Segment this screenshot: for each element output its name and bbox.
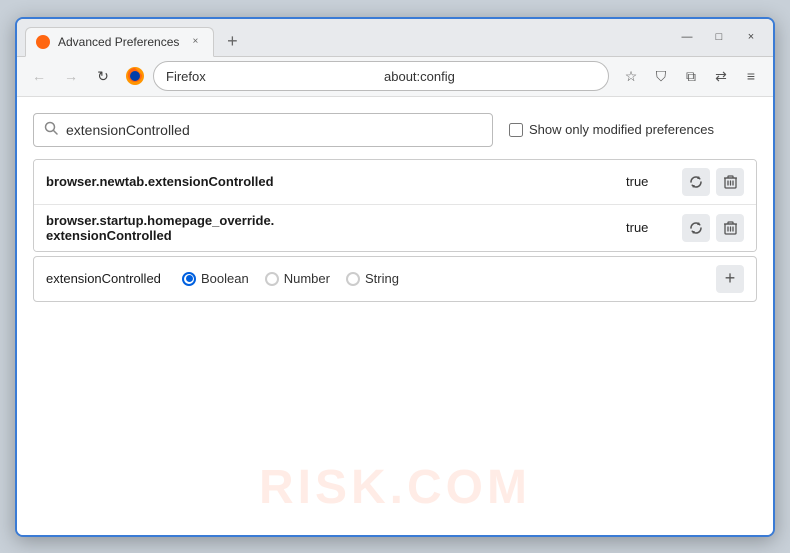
browser-window: Advanced Preferences × + — □ × ← → ↻ Fir… [15,17,775,537]
browser-name: Firefox [166,69,378,84]
tab-favicon [36,35,50,49]
bookmark-icon-button[interactable]: ☆ [617,62,645,90]
preferences-search-box[interactable] [33,113,493,147]
address-bar[interactable]: Firefox about:config [153,61,609,91]
table-row: browser.startup.homepage_override. exten… [34,205,756,251]
pref-actions-1 [682,168,744,196]
content-area: RISK.COM Show only modified preferences [17,97,773,535]
reset-pref-1-button[interactable] [682,168,710,196]
menu-button[interactable]: ≡ [737,62,765,90]
search-icon [44,121,58,138]
firefox-logo-icon [125,66,145,86]
pref-name-2: browser.startup.homepage_override. exten… [46,213,626,243]
delete-pref-1-button[interactable] [716,168,744,196]
tab-label: Advanced Preferences [58,35,179,49]
add-preference-button[interactable]: + [716,265,744,293]
search-input[interactable] [66,122,482,138]
tab-area: Advanced Preferences × + [25,19,665,56]
preferences-table: browser.newtab.extensionControlled true [33,159,757,252]
table-row: browser.newtab.extensionControlled true [34,160,756,205]
reset-icon [689,221,703,235]
active-tab[interactable]: Advanced Preferences × [25,27,214,57]
search-row: Show only modified preferences [33,113,757,147]
pref-value-1: true [626,174,666,189]
type-number-option[interactable]: Number [265,271,330,286]
boolean-radio-circle[interactable] [182,272,196,286]
number-radio-circle[interactable] [265,272,279,286]
show-modified-checkbox[interactable] [509,123,523,137]
type-string-option[interactable]: String [346,271,399,286]
show-modified-label: Show only modified preferences [529,122,714,137]
show-modified-checkbox-label[interactable]: Show only modified preferences [509,122,714,137]
url-display: about:config [384,69,596,84]
new-pref-name: extensionControlled [46,271,166,286]
pref-name-1: browser.newtab.extensionControlled [46,174,626,189]
number-label: Number [284,271,330,286]
delete-icon [724,221,737,235]
string-label: String [365,271,399,286]
new-preference-row: extensionControlled Boolean Number Strin… [33,256,757,302]
watermark: RISK.COM [259,460,531,515]
delete-pref-2-button[interactable] [716,214,744,242]
maximize-button[interactable]: □ [705,27,733,47]
forward-button[interactable]: → [57,62,85,90]
type-boolean-option[interactable]: Boolean [182,271,249,286]
delete-icon [724,175,737,189]
pref-actions-2 [682,214,744,242]
reload-button[interactable]: ↻ [89,62,117,90]
back-button[interactable]: ← [25,62,53,90]
window-controls: — □ × [673,27,765,47]
string-radio-circle[interactable] [346,272,360,286]
pocket-icon-button[interactable]: ⛉ [647,62,675,90]
window-close-button[interactable]: × [737,27,765,47]
nav-toolbar-icons: ☆ ⛉ ⧉ ⇄ ≡ [617,62,765,90]
pref-value-2: true [626,220,666,235]
boolean-label: Boolean [201,271,249,286]
reset-icon [689,175,703,189]
type-radio-group: Boolean Number String [182,271,399,286]
nav-bar: ← → ↻ Firefox about:config ☆ ⛉ ⧉ ⇄ ≡ [17,57,773,97]
reset-pref-2-button[interactable] [682,214,710,242]
tab-close-button[interactable]: × [187,34,203,50]
title-bar: Advanced Preferences × + — □ × [17,19,773,57]
sync-icon-button[interactable]: ⇄ [707,62,735,90]
extensions-icon-button[interactable]: ⧉ [677,62,705,90]
minimize-button[interactable]: — [673,27,701,47]
new-tab-button[interactable]: + [218,28,246,56]
